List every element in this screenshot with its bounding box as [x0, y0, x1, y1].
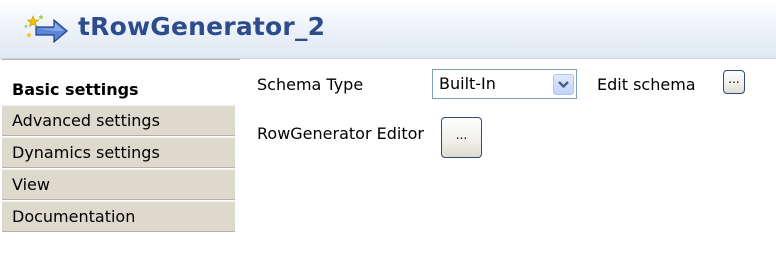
row-generator-editor-button[interactable]: ... [441, 117, 482, 158]
row-generator-icon [24, 14, 68, 44]
schema-type-label: Schema Type [257, 75, 364, 94]
chevron-down-icon[interactable] [553, 74, 574, 95]
settings-tabs: Basic settings Advanced settings Dynamic… [0, 59, 240, 259]
edit-schema-label: Edit schema [597, 75, 696, 94]
tab-view[interactable]: View [2, 169, 235, 200]
schema-type-select[interactable]: Built-In [432, 69, 577, 99]
tab-advanced-settings[interactable]: Advanced settings [2, 105, 235, 136]
component-settings-panel: tRowGenerator_2 Basic settings Advanced … [0, 0, 776, 259]
tab-basic-settings[interactable]: Basic settings [2, 59, 240, 105]
tab-dynamics-settings[interactable]: Dynamics settings [2, 137, 235, 168]
tab-documentation[interactable]: Documentation [2, 201, 235, 232]
row-generator-editor-label: RowGenerator Editor [257, 124, 424, 143]
edit-schema-button[interactable]: ... [723, 70, 745, 94]
component-header: tRowGenerator_2 [0, 0, 776, 59]
component-title: tRowGenerator_2 [78, 12, 326, 41]
schema-type-value: Built-In [439, 74, 496, 93]
